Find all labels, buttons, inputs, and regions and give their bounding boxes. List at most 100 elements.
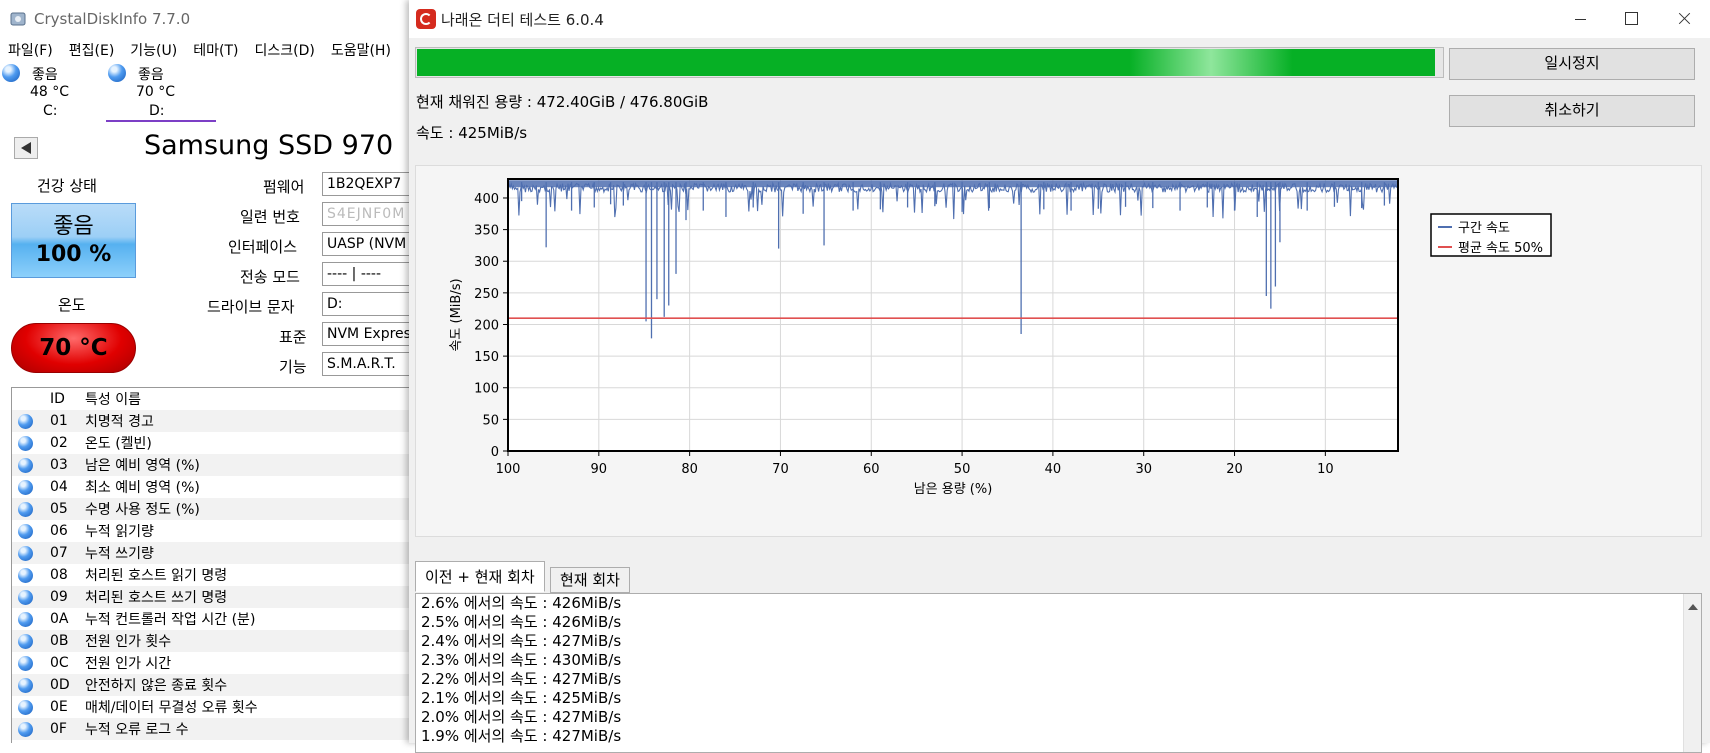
dirty-test-window: 나래온 더티 테스트 6.0.4 일시정지 취소하기 현재 채워진 용량 : 4… bbox=[409, 0, 1710, 753]
smart-header-id[interactable]: ID bbox=[50, 391, 65, 407]
x-tick-label: 100 bbox=[496, 462, 521, 477]
smart-attr-id: 03 bbox=[50, 457, 68, 473]
smart-attr-name: 누적 컨트롤러 작업 시간 (분) bbox=[85, 612, 256, 628]
pause-button[interactable]: 일시정지 bbox=[1449, 48, 1695, 80]
smart-attr-id: 07 bbox=[50, 545, 68, 561]
smart-row[interactable]: 0A 누적 컨트롤러 작업 시간 (분) bbox=[12, 608, 410, 630]
y-tick-label: 200 bbox=[474, 318, 499, 333]
smart-status-dot-icon bbox=[18, 501, 33, 517]
smart-status-dot-icon bbox=[18, 655, 33, 671]
tab-previous-and-current[interactable]: 이전 + 현재 회차 bbox=[415, 561, 545, 592]
transfer-mode-label: 전송 모드 bbox=[240, 268, 300, 286]
health-status: 좋음 bbox=[53, 214, 94, 239]
smart-attr-name: 안전하지 않은 종료 횟수 bbox=[85, 678, 228, 694]
health-status-box[interactable]: 좋음 100 % bbox=[11, 203, 136, 278]
smart-attr-id: 04 bbox=[50, 479, 68, 495]
minimize-button[interactable] bbox=[1555, 0, 1605, 38]
smart-row[interactable]: 02 온도 (켈빈) bbox=[12, 432, 410, 454]
smart-attr-id: 01 bbox=[50, 413, 68, 429]
smart-row[interactable]: 0C 전원 인가 시간 bbox=[12, 652, 410, 674]
prev-drive-arrow-icon[interactable] bbox=[14, 137, 38, 159]
health-label: 건강 상태 bbox=[37, 177, 97, 195]
smart-status-dot-icon bbox=[18, 611, 33, 627]
smart-header-name[interactable]: 특성 이름 bbox=[85, 389, 141, 409]
cancel-button[interactable]: 취소하기 bbox=[1449, 95, 1695, 127]
x-tick-label: 20 bbox=[1226, 462, 1243, 477]
x-tick-label: 70 bbox=[772, 462, 789, 477]
x-tick-label: 40 bbox=[1045, 462, 1062, 477]
smart-attr-id: 0F bbox=[50, 721, 67, 737]
legend-label: 평균 속도 50% bbox=[1458, 241, 1543, 256]
maximize-button[interactable] bbox=[1605, 0, 1655, 38]
log-line: 2.1% 에서의 속도 : 425MiB/s bbox=[421, 689, 622, 707]
menu-function[interactable]: 기능(U) bbox=[130, 40, 177, 60]
smart-attr-name: 누적 읽기량 bbox=[85, 524, 154, 540]
series-band bbox=[508, 180, 1398, 188]
smart-row[interactable]: 09 처리된 호스트 쓰기 명령 bbox=[12, 586, 410, 608]
smart-row[interactable]: 0F 누적 오류 로그 수 bbox=[12, 718, 410, 740]
x-tick-label: 80 bbox=[681, 462, 698, 477]
dirty-test-titlebar: 나래온 더티 테스트 6.0.4 bbox=[409, 0, 1710, 38]
cdi-titlebar: CrystalDiskInfo 7.7.0 bbox=[0, 0, 410, 38]
smart-header-row: ID 특성 이름 bbox=[12, 388, 410, 410]
smart-attr-name: 온도 (켈빈) bbox=[85, 436, 152, 452]
smart-attr-name: 남은 예비 영역 (%) bbox=[85, 458, 200, 474]
drive-c-button[interactable]: 좋음 48 °C C: bbox=[0, 62, 110, 122]
drive-temp: 70 °C bbox=[136, 84, 176, 100]
menu-help[interactable]: 도움말(H) bbox=[331, 40, 391, 60]
tab-current[interactable]: 현재 회차 bbox=[550, 567, 630, 593]
smart-row[interactable]: 07 누적 쓰기량 bbox=[12, 542, 410, 564]
smart-status-dot-icon bbox=[18, 545, 33, 561]
smart-status-dot-icon bbox=[18, 457, 33, 473]
smart-status-dot-icon bbox=[18, 699, 33, 715]
crystaldiskinfo-app-icon bbox=[10, 12, 26, 26]
drive-letter-label: 드라이브 문자 bbox=[207, 298, 295, 316]
smart-status-dot-icon bbox=[18, 435, 33, 451]
health-orb-icon bbox=[2, 64, 20, 82]
smart-attr-name: 누적 오류 로그 수 bbox=[85, 722, 189, 738]
chart-legend: 구간 속도평균 속도 50% bbox=[1430, 213, 1552, 257]
smart-row[interactable]: 08 처리된 호스트 읽기 명령 bbox=[12, 564, 410, 586]
temperature-badge[interactable]: 70 °C bbox=[11, 323, 136, 373]
plot-area bbox=[508, 179, 1398, 451]
drive-model: Samsung SSD 970 bbox=[144, 130, 394, 161]
y-tick-label: 300 bbox=[474, 255, 499, 270]
menu-file[interactable]: 파일(F) bbox=[8, 40, 53, 60]
smart-table: ID 특성 이름 01 치명적 경고 02 온도 (켈빈) 03 남은 예비 영역 (%)… bbox=[11, 387, 410, 743]
smart-row[interactable]: 0E 매체/데이터 무결성 오류 횟수 bbox=[12, 696, 410, 718]
y-tick-label: 0 bbox=[491, 445, 499, 460]
drive-d-button[interactable]: 좋음 70 °C D: bbox=[106, 62, 216, 122]
smart-row[interactable]: 03 남은 예비 영역 (%) bbox=[12, 454, 410, 476]
firmware-label: 펌웨어 bbox=[263, 178, 305, 196]
smart-row[interactable]: 05 수명 사용 정도 (%) bbox=[12, 498, 410, 520]
serial-label: 일련 번호 bbox=[240, 208, 300, 226]
smart-status-dot-icon bbox=[18, 677, 33, 693]
smart-row[interactable]: 01 치명적 경고 bbox=[12, 410, 410, 432]
smart-status-dot-icon bbox=[18, 721, 33, 737]
smart-status-dot-icon bbox=[18, 633, 33, 649]
smart-row[interactable]: 0D 안전하지 않은 종료 횟수 bbox=[12, 674, 410, 696]
log-scrollbar[interactable] bbox=[1683, 594, 1701, 752]
menu-edit[interactable]: 편집(E) bbox=[69, 40, 115, 60]
smart-row[interactable]: 04 최소 예비 영역 (%) bbox=[12, 476, 410, 498]
smart-status-dot-icon bbox=[18, 479, 33, 495]
menu-disk[interactable]: 디스크(D) bbox=[254, 40, 314, 60]
smart-attr-id: 0B bbox=[50, 633, 69, 649]
smart-status-dot-icon bbox=[18, 523, 33, 539]
smart-attr-id: 0E bbox=[50, 699, 68, 715]
smart-row[interactable]: 0B 전원 인가 횟수 bbox=[12, 630, 410, 652]
smart-attr-id: 02 bbox=[50, 435, 68, 451]
x-tick-label: 60 bbox=[863, 462, 880, 477]
speed-chart-panel: 100 90 80 70 60 50 40 30 20 10 0 50 100 150 200 250 300 3… bbox=[415, 165, 1702, 537]
y-tick-label: 100 bbox=[474, 382, 499, 397]
speed-text: 속도 : 425MiB/s bbox=[416, 124, 528, 142]
drive-selector: 좋음 48 °C C: 좋음 70 °C D: bbox=[0, 62, 410, 122]
standard-value: NVM Expres bbox=[322, 322, 410, 346]
menu-theme[interactable]: 테마(T) bbox=[193, 40, 238, 60]
speed-log[interactable]: 2.6% 에서의 속도 : 426MiB/s 2.5% 에서의 속도 : 426M… bbox=[415, 593, 1702, 753]
smart-attr-name: 처리된 호스트 쓰기 명령 bbox=[85, 590, 228, 606]
close-button[interactable] bbox=[1659, 0, 1709, 38]
log-line: 2.2% 에서의 속도 : 427MiB/s bbox=[421, 670, 622, 688]
smart-row[interactable]: 06 누적 읽기량 bbox=[12, 520, 410, 542]
y-tick-label: 350 bbox=[474, 224, 499, 239]
